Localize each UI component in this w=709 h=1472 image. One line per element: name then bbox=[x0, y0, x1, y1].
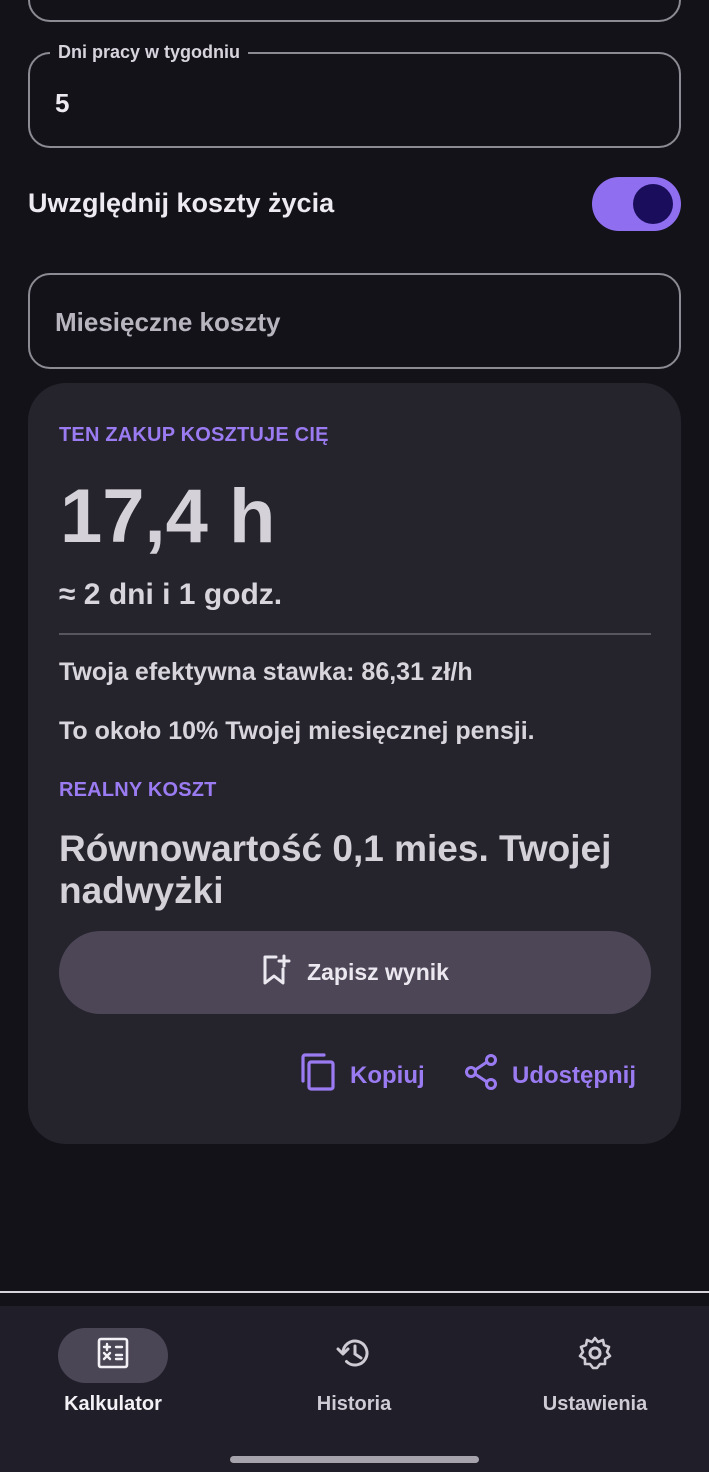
monthly-costs-field[interactable]: Miesięczne koszty bbox=[28, 273, 681, 369]
calculator-icon bbox=[97, 1337, 129, 1374]
salary-share: To około 10% Twojej miesięcznej pensji. bbox=[59, 717, 535, 745]
share-button[interactable]: Udostępnij bbox=[464, 1054, 636, 1097]
copy-button[interactable]: Kopiuj bbox=[300, 1053, 425, 1098]
real-cost-eyebrow: REALNY KOSZT bbox=[59, 779, 217, 801]
effective-rate: Twoja efektywna stawka: 86,31 zł/h bbox=[59, 658, 473, 686]
living-costs-toggle-label: Uwzględnij koszty życia bbox=[28, 188, 335, 218]
share-icon bbox=[464, 1054, 498, 1097]
gear-icon bbox=[578, 1336, 612, 1375]
nav-settings-indicator bbox=[540, 1328, 650, 1383]
toggle-knob bbox=[633, 184, 673, 224]
nav-calculator-label: Kalkulator bbox=[64, 1393, 162, 1415]
bookmark-add-icon bbox=[261, 954, 291, 991]
save-result-label: Zapisz wynik bbox=[307, 959, 449, 985]
work-days-label: Dni pracy w tygodniu bbox=[50, 42, 249, 63]
nav-settings-label: Ustawienia bbox=[542, 1393, 648, 1415]
nav-history-indicator bbox=[299, 1328, 409, 1383]
nav-calculator-indicator bbox=[58, 1328, 168, 1383]
share-label: Udostępnij bbox=[512, 1061, 636, 1089]
nav-settings[interactable]: Ustawienia bbox=[505, 1328, 685, 1416]
nav-history[interactable]: Historia bbox=[264, 1328, 444, 1416]
bottom-navigation: Kalkulator Historia Ustawienia bbox=[0, 1306, 709, 1472]
nav-calculator[interactable]: Kalkulator bbox=[23, 1328, 203, 1416]
result-hours: 17,4 h bbox=[60, 474, 276, 559]
nav-history-label: Historia bbox=[316, 1393, 392, 1415]
save-result-button[interactable]: Zapisz wynik bbox=[59, 931, 651, 1014]
work-days-value: 5 bbox=[55, 88, 70, 118]
copy-label: Kopiuj bbox=[350, 1061, 425, 1089]
content-bottom-divider bbox=[0, 1291, 709, 1293]
real-cost-value: Równowartość 0,1 mies. Twojej nadwyżki bbox=[59, 828, 612, 911]
work-days-field[interactable]: Dni pracy w tygodniu 5 bbox=[28, 42, 681, 148]
previous-input-field[interactable] bbox=[28, 0, 681, 22]
result-approx: ≈ 2 dni i 1 godz. bbox=[59, 578, 283, 611]
result-eyebrow: TEN ZAKUP KOSZTUJE CIĘ bbox=[59, 424, 329, 446]
monthly-costs-placeholder: Miesięczne koszty bbox=[55, 307, 281, 337]
copy-icon bbox=[300, 1053, 336, 1098]
history-icon bbox=[336, 1336, 372, 1375]
home-indicator[interactable] bbox=[230, 1456, 479, 1463]
result-divider bbox=[59, 633, 651, 635]
living-costs-toggle[interactable] bbox=[592, 177, 681, 231]
